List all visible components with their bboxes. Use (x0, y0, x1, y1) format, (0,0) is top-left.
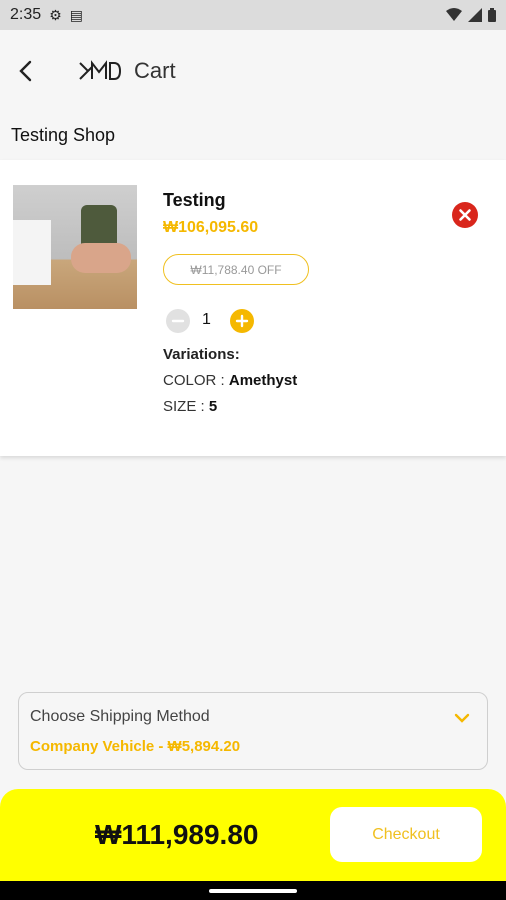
variation-size: SIZE : 5 (163, 398, 217, 415)
shop-name: Testing Shop (11, 125, 116, 145)
shipping-selected: Company Vehicle - ₩5,894.20 (30, 738, 241, 755)
status-time: 2:35 (10, 6, 42, 23)
size-value: 5 (208, 398, 218, 415)
product-image[interactable] (13, 185, 137, 309)
checkout-footer: ₩111,989.80 Checkout (0, 789, 506, 881)
shipping-label: Choose Shipping Method (30, 708, 210, 725)
minus-icon (171, 319, 185, 323)
close-icon (459, 209, 471, 221)
settings-icon: ⚙ (49, 6, 62, 23)
product-price: ₩106,095.60 (163, 219, 259, 236)
quantity-value: 1 (202, 311, 211, 328)
cart-total: ₩111,989.80 (95, 819, 259, 850)
variations-title: Variations: (163, 346, 240, 363)
wifi-icon (446, 8, 462, 21)
notification-icon: ▤ (69, 6, 83, 23)
discount-text: ₩11,788.40 OFF (190, 262, 282, 277)
page-title: Cart (134, 58, 176, 83)
color-label: COLOR : (163, 372, 229, 389)
product-name: Testing (163, 190, 226, 210)
status-bar: 2:35 ⚙ ▤ (0, 0, 506, 30)
shipping-method-dropdown[interactable]: Choose Shipping Method Company Vehicle -… (18, 692, 488, 770)
discount-badge: ₩11,788.40 OFF (163, 254, 309, 285)
back-arrow-icon[interactable] (14, 58, 40, 84)
signal-icon (468, 8, 482, 22)
color-value: Amethyst (228, 372, 298, 389)
xmd-logo (79, 60, 122, 80)
plus-icon (235, 314, 249, 328)
quantity-decrease-button[interactable] (166, 309, 190, 333)
battery-icon (488, 8, 496, 22)
cart-item-card: Testing ₩106,095.60 ₩11,788.40 OFF 1 Var… (0, 160, 506, 456)
home-indicator[interactable] (209, 889, 297, 893)
app-bar: Cart (0, 30, 506, 114)
variation-color: COLOR : Amethyst (163, 372, 297, 389)
checkout-button[interactable]: Checkout (330, 807, 482, 862)
remove-item-button[interactable] (452, 202, 478, 228)
chevron-down-icon (454, 713, 470, 723)
navigation-bar (0, 881, 506, 900)
size-label: SIZE : (163, 398, 209, 415)
quantity-increase-button[interactable] (230, 309, 254, 333)
